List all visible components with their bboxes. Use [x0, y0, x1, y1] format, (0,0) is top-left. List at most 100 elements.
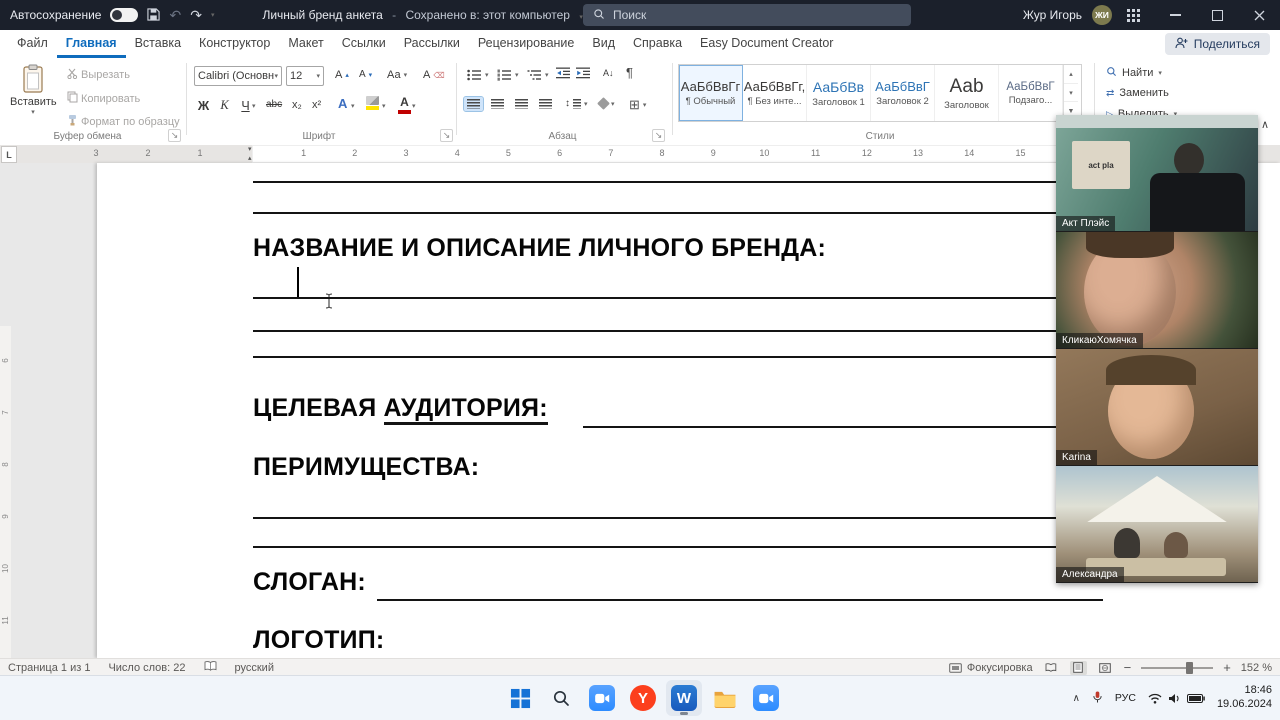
zoom-level[interactable]: 152 % [1241, 662, 1272, 674]
highlight-caret-icon[interactable]: ▾ [382, 102, 386, 110]
shading-button[interactable]: ▾ [596, 97, 618, 110]
ribbon-options-icon[interactable] [1112, 0, 1154, 30]
zoom-slider-thumb[interactable] [1185, 661, 1193, 674]
minimize-button[interactable] [1154, 0, 1196, 30]
line-spacing-button[interactable]: ↕ ▾ [562, 96, 591, 111]
font-family-combo[interactable]: Calibri (Основн ▾ [194, 66, 282, 86]
print-layout-button[interactable] [1069, 660, 1087, 675]
web-layout-button[interactable] [1097, 661, 1114, 675]
page-indicator[interactable]: Страница 1 из 1 [8, 662, 90, 674]
taskbar-clock[interactable]: 18:46 19.06.2024 [1217, 684, 1272, 712]
start-button[interactable] [502, 680, 538, 716]
first-line-indent-marker[interactable]: ▾ [248, 146, 252, 153]
proofing-icon[interactable] [204, 661, 217, 674]
font-color-caret-icon[interactable]: ▾ [412, 102, 416, 110]
align-right-button[interactable] [512, 97, 531, 111]
clear-formatting-button[interactable]: А ⌫ [420, 67, 448, 83]
close-button[interactable] [1238, 0, 1280, 30]
replace-button[interactable]: ⇄ Заменить [1106, 87, 1169, 99]
save-icon[interactable] [147, 7, 161, 23]
document-title[interactable]: Личный бренд анкета - Сохранено в: этот … [262, 8, 582, 22]
style-title[interactable]: Ааb Заголовок [935, 65, 999, 121]
subscript-button[interactable]: x₂ [292, 99, 302, 111]
style-no-spacing[interactable]: АаБбВвГг, ¶ Без инте... [743, 65, 807, 121]
language-switcher[interactable]: РУС [1115, 692, 1136, 704]
text-effects-button[interactable]: А [338, 96, 347, 111]
undo-icon[interactable]: ↶ [169, 8, 181, 22]
hanging-indent-marker[interactable]: ▴ [248, 155, 252, 162]
video-tile[interactable]: Александра [1056, 466, 1258, 583]
style-heading2[interactable]: АаБбВвГ Заголовок 2 [871, 65, 935, 121]
user-avatar[interactable]: ЖИ [1092, 5, 1112, 25]
show-paragraph-marks-button[interactable]: ¶ [626, 65, 633, 80]
taskbar-yandex-browser[interactable]: Y [625, 680, 661, 716]
search-input[interactable]: Поиск [583, 4, 911, 26]
justify-button[interactable] [536, 97, 555, 111]
redo-icon[interactable]: ↷ [190, 8, 202, 22]
style-normal[interactable]: АаБбВвГг ¶ Обычный [679, 65, 743, 121]
collapse-panel-chevron-icon[interactable]: ∧ [1261, 118, 1269, 131]
tab-stop-selector[interactable]: L [1, 146, 17, 163]
tab-home[interactable]: Главная [56, 30, 126, 58]
tray-chevron-up-icon[interactable]: ∧ [1073, 693, 1080, 704]
format-painter-button[interactable]: Формат по образцу [64, 112, 183, 131]
multilevel-list-button[interactable]: ▾ [524, 67, 552, 83]
underline-caret-icon[interactable]: ▾ [252, 102, 256, 110]
font-dialog-launcher-icon[interactable]: ↘ [440, 129, 453, 142]
bullet-list-button[interactable]: ▾ [464, 67, 492, 83]
zoom-slider[interactable] [1141, 661, 1214, 674]
zoom-out-button[interactable]: − [1124, 660, 1132, 675]
video-tile[interactable]: act pla Акт Плэйс [1056, 115, 1258, 232]
shrink-font-button[interactable]: А ▾ [356, 67, 375, 82]
tab-file[interactable]: Файл [8, 30, 57, 58]
tray-mic-icon[interactable] [1092, 690, 1103, 707]
decrease-indent-button[interactable] [556, 67, 571, 82]
taskbar-file-explorer[interactable] [707, 680, 743, 716]
taskbar-word-app[interactable]: W [666, 680, 702, 716]
italic-button[interactable]: К [215, 96, 234, 115]
cut-button[interactable]: Вырезать [64, 66, 133, 84]
text-effects-caret-icon[interactable]: ▾ [351, 102, 355, 110]
taskbar-zoom-meeting[interactable] [748, 680, 784, 716]
user-name[interactable]: Жур Игорь [1023, 8, 1082, 22]
strikethrough-button[interactable]: abc [266, 99, 282, 110]
increase-indent-button[interactable] [576, 67, 591, 82]
align-left-button[interactable] [463, 96, 484, 112]
superscript-button[interactable]: x² [312, 99, 321, 111]
word-count[interactable]: Число слов: 22 [108, 662, 185, 674]
share-button[interactable]: Поделиться [1164, 33, 1270, 55]
taskbar-search-button[interactable] [543, 680, 579, 716]
find-button[interactable]: Найти ▾ [1106, 66, 1162, 80]
style-subtitle[interactable]: АаБбВвГ Подзаго... [999, 65, 1063, 121]
align-center-button[interactable] [488, 97, 507, 111]
change-case-button[interactable]: Аа ▾ [384, 67, 410, 83]
tab-view[interactable]: Вид [583, 30, 624, 58]
style-heading1[interactable]: АаБбВв Заголовок 1 [807, 65, 871, 121]
tab-review[interactable]: Рецензирование [469, 30, 584, 58]
video-tile[interactable]: Karina [1056, 349, 1258, 466]
autosave-toggle[interactable] [110, 8, 139, 22]
system-tray-cluster[interactable] [1148, 693, 1205, 704]
tab-design[interactable]: Конструктор [190, 30, 279, 58]
quick-access-caret-icon[interactable]: ▾ [211, 12, 215, 19]
styles-scroll-down-icon[interactable]: ▾ [1064, 84, 1078, 103]
tab-easy-document-creator[interactable]: Easy Document Creator [691, 30, 842, 58]
copy-button[interactable]: Копировать [64, 89, 143, 108]
font-color-button[interactable]: А [398, 95, 411, 114]
grow-font-button[interactable]: А ▴ [332, 67, 352, 83]
read-mode-button[interactable] [1043, 661, 1060, 675]
paragraph-dialog-launcher-icon[interactable]: ↘ [652, 129, 665, 142]
styles-scroll-up-icon[interactable]: ▴ [1064, 65, 1078, 84]
tab-mailings[interactable]: Рассылки [395, 30, 469, 58]
clipboard-dialog-launcher-icon[interactable]: ↘ [168, 129, 181, 142]
focus-mode-button[interactable]: Фокусировка [949, 662, 1033, 674]
maximize-button[interactable] [1196, 0, 1238, 30]
tab-layout[interactable]: Макет [279, 30, 332, 58]
tab-references[interactable]: Ссылки [333, 30, 395, 58]
tab-insert[interactable]: Вставка [126, 30, 190, 58]
highlight-button[interactable] [366, 96, 379, 110]
numbered-list-button[interactable]: ▾ [494, 67, 522, 83]
bold-button[interactable]: Ж [194, 96, 213, 115]
zoom-in-button[interactable]: + [1223, 660, 1231, 675]
language-indicator[interactable]: русский [235, 662, 274, 674]
